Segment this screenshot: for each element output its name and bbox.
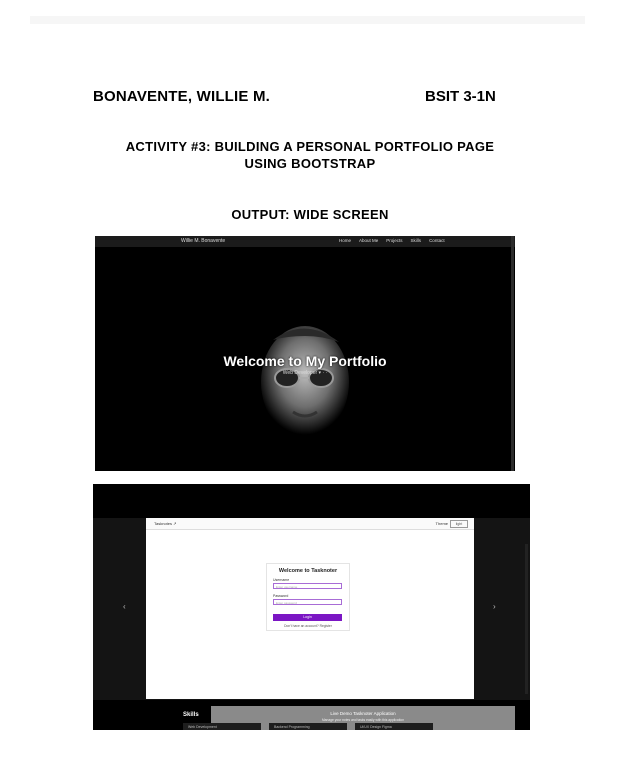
nav-link-contact: Contact <box>429 238 445 243</box>
skill-card-label: Ui/UX Design Figma <box>360 725 392 729</box>
student-name: BONAVENTE, WILLIE M. <box>93 88 271 105</box>
skill-card: Web Development <box>183 723 261 730</box>
portfolio-brand: Willie M. Bonavente <box>181 238 226 244</box>
skill-card-label: Web Development <box>188 725 217 729</box>
password-field: Enter password <box>273 599 342 605</box>
nav-link-projects: Projects <box>386 238 403 243</box>
portfolio-nav-links: Home About Me Projects Skills Contact <box>339 238 445 243</box>
skill-card: Backend Programming <box>269 723 347 730</box>
username-label: Username <box>273 578 290 582</box>
theme-label: Theme <box>435 521 448 526</box>
student-section: BSIT 3-1N <box>425 88 496 105</box>
portrait-image <box>261 326 349 438</box>
embedded-app-preview: Tasknotes ↗ Theme light Welcome to Taskn… <box>146 518 515 730</box>
username-field: Enter username <box>273 583 342 589</box>
nav-link-about: About Me <box>359 238 379 243</box>
demo-banner-subtitle: Manage your notes and tasks easily with … <box>321 718 405 722</box>
scrollbar <box>511 236 514 471</box>
top-band <box>30 16 585 24</box>
projects-screenshot: ‹ › Tasknotes ↗ Theme light Welcome to T… <box>93 484 530 730</box>
demo-banner-title: Live Demo Tasknoter Application <box>330 711 396 716</box>
portfolio-screenshot: Willie M. Bonavente Home About Me Projec… <box>95 236 515 471</box>
password-label: Password <box>273 594 289 598</box>
register-link: Don't have an account? Register <box>284 624 332 628</box>
activity-title-line1: ACTIVITY #3: BUILDING A PERSONAL PORTFOL… <box>125 139 495 154</box>
activity-title-line2: USING BOOTSTRAP <box>244 156 376 171</box>
carousel-next-icon: › <box>493 602 496 611</box>
portfolio-navbar: Willie M. Bonavente Home About Me Projec… <box>95 236 515 247</box>
document-page: BONAVENTE, WILLIE M. BSIT 3-1N ACTIVITY … <box>0 0 620 780</box>
nav-link-skills: Skills <box>410 238 422 243</box>
nav-link-home: Home <box>339 238 352 243</box>
hero-subtitle: Web Developer ▾ · · <box>282 370 328 376</box>
skill-card: Ui/UX Design Figma <box>355 723 433 730</box>
scrollbar <box>525 544 528 694</box>
skill-card-label: Backend Programming <box>274 725 310 729</box>
output-label: OUTPUT: WIDE SCREEN <box>231 207 389 222</box>
login-card: Welcome to Tasknoter Username Enter user… <box>266 563 350 631</box>
activity-title: ACTIVITY #3: BUILDING A PERSONAL PORTFOL… <box>95 138 525 172</box>
hero-title: Welcome to My Portfolio <box>223 353 387 369</box>
theme-select: light <box>450 520 468 528</box>
app-topbar: Tasknotes ↗ Theme light <box>146 518 474 530</box>
login-title: Welcome to Tasknoter <box>278 568 338 574</box>
skills-heading: Skills <box>183 712 199 718</box>
app-brand: Tasknotes ↗ <box>154 521 177 526</box>
login-button: Login <box>273 614 342 621</box>
carousel-prev-icon: ‹ <box>123 602 126 611</box>
